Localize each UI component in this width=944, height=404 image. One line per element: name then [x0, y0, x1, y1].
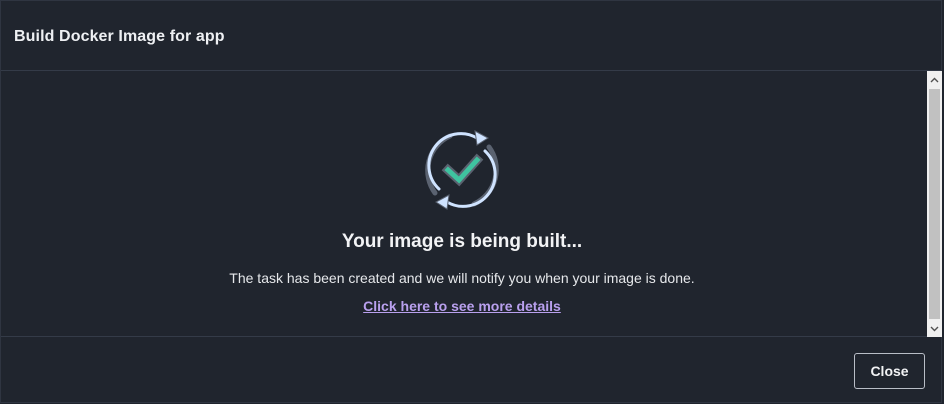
chevron-up-icon — [930, 77, 939, 82]
status-message: The task has been created and we will no… — [229, 270, 695, 286]
see-details-link[interactable]: Click here to see more details — [363, 298, 561, 314]
close-button[interactable]: Close — [854, 353, 925, 389]
dialog-header: Build Docker Image for app — [1, 1, 941, 71]
status-heading: Your image is being built... — [341, 231, 583, 252]
dialog-title: Build Docker Image for app — [14, 28, 225, 45]
build-image-dialog: Build Docker Image for app Your image is… — [0, 0, 942, 403]
dialog-body: Your image is being built... The task ha… — [1, 71, 942, 337]
chevron-down-icon — [930, 326, 939, 331]
scroll-up-button[interactable] — [927, 71, 942, 88]
dialog-footer: Close — [1, 337, 941, 404]
details-link-container: Click here to see more details — [1, 298, 923, 314]
vertical-scrollbar[interactable] — [927, 71, 942, 337]
scrollbar-thumb[interactable] — [929, 89, 940, 319]
scroll-down-button[interactable] — [927, 320, 942, 337]
sync-check-icon — [415, 123, 509, 217]
